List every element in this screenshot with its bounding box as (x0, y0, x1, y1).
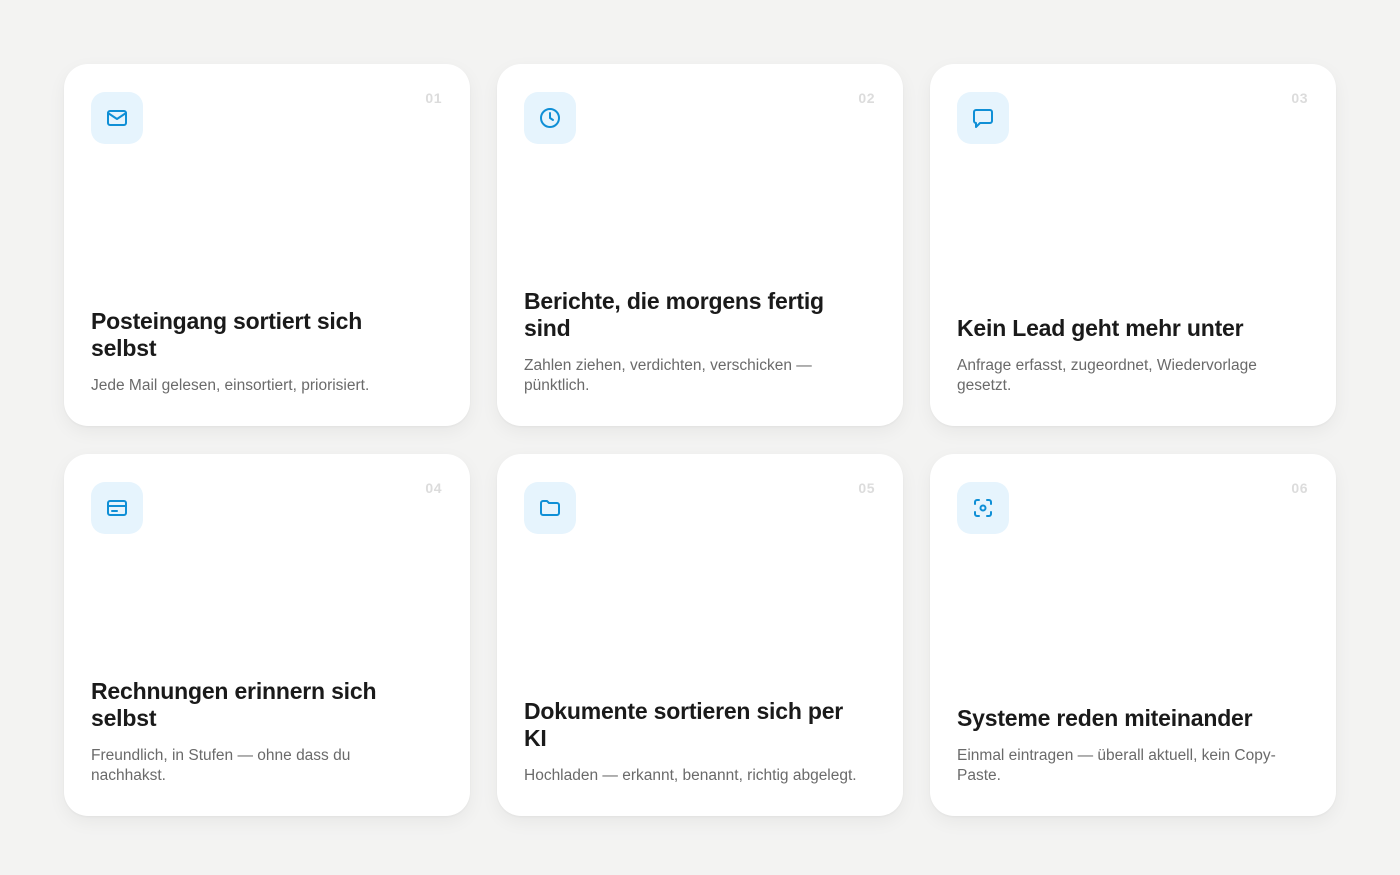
icon-badge (957, 482, 1009, 534)
icon-badge (524, 92, 576, 144)
feature-grid: 01 Posteingang sortiert sich selbst Jede… (64, 64, 1336, 816)
card-description: Einmal eintragen — überall aktuell, kein… (957, 747, 1276, 784)
card-title: Rechnungen erinnern sich selbst (91, 678, 377, 731)
credit-card-icon (107, 500, 127, 516)
card-description: Jede Mail gelesen, einsortiert, priorisi… (91, 377, 370, 394)
scan-icon (974, 499, 992, 517)
feature-card-leads: 03 Kein Lead geht mehr unter Anfrage erf… (930, 64, 1336, 426)
card-number: 05 (858, 480, 875, 496)
folder-icon (540, 500, 560, 516)
clock-icon (540, 108, 560, 128)
feature-card-invoices: 04 Rechnungen erinnern sich selbst Freun… (64, 454, 470, 816)
card-title: Posteingang sortiert sich selbst (91, 308, 363, 361)
card-description: Hochladen — erkannt, benannt, richtig ab… (524, 767, 857, 784)
icon-badge (91, 92, 143, 144)
feature-card-documents: 05 Dokumente sortieren sich per KI Hochl… (497, 454, 903, 816)
card-description: Zahlen ziehen, verdichten, verschicken —… (524, 357, 812, 394)
card-description: Freundlich, in Stufen — ohne dass du nac… (91, 747, 351, 784)
icon-badge (91, 482, 143, 534)
card-number: 01 (425, 90, 442, 106)
card-number: 04 (425, 480, 442, 496)
mail-icon (107, 110, 127, 126)
card-number: 02 (858, 90, 875, 106)
card-title: Systeme reden miteinander (957, 705, 1253, 731)
card-title: Dokumente sortieren sich per KI (524, 698, 844, 751)
card-description: Anfrage erfasst, zugeordnet, Wiedervorla… (957, 357, 1257, 394)
card-title: Berichte, die morgens fertig sind (524, 288, 824, 341)
icon-badge (524, 482, 576, 534)
card-number: 06 (1291, 480, 1308, 496)
feature-card-integrations: 06 Systeme reden miteinander Einmal eint… (930, 454, 1336, 816)
card-number: 03 (1291, 90, 1308, 106)
icon-badge (957, 92, 1009, 144)
feature-card-inbox: 01 Posteingang sortiert sich selbst Jede… (64, 64, 470, 426)
message-icon (973, 109, 993, 128)
feature-card-reports: 02 Berichte, die morgens fertig sind Zah… (497, 64, 903, 426)
card-title: Kein Lead geht mehr unter (957, 315, 1244, 341)
